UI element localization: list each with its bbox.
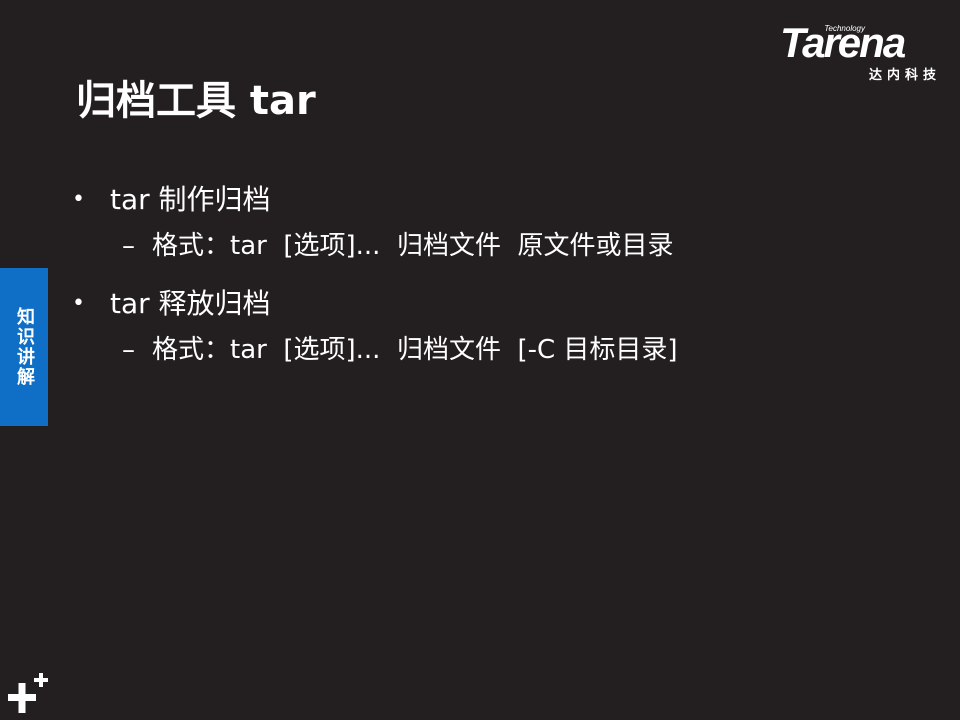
bullet-dot-icon: • xyxy=(72,187,85,212)
bullet-dot-icon: • xyxy=(72,291,85,316)
logo-wordmark: Tarena xyxy=(780,19,906,66)
side-tab: 知识讲解 xyxy=(0,268,48,426)
bullet-item: • tar 制作归档 xyxy=(70,178,930,226)
dash-icon: – xyxy=(122,335,135,365)
dash-icon: – xyxy=(122,231,135,261)
side-tab-label: 知识讲解 xyxy=(14,307,35,387)
sub-bullet-text: 格式：tar [选项]... 归档文件 原文件或目录 xyxy=(152,231,674,261)
sub-bullet-text: 格式：tar [选项]... 归档文件 [-C 目标目录] xyxy=(152,335,678,365)
bullet-text: tar 制作归档 xyxy=(110,183,271,216)
logo-chinese-name: 达内科技 xyxy=(868,68,941,83)
plus-icon xyxy=(8,673,48,713)
tarena-logo: Technology Tarena 达内科技 xyxy=(780,19,945,84)
bullet-text: tar 释放归档 xyxy=(110,287,271,320)
sub-bullet-item: – 格式：tar [选项]... 归档文件 原文件或目录 xyxy=(70,226,930,282)
slide-title: 归档工具 tar xyxy=(76,78,316,124)
bullet-list: • tar 制作归档 – 格式：tar [选项]... 归档文件 原文件或目录 … xyxy=(70,178,930,386)
sub-bullet-item: – 格式：tar [选项]... 归档文件 [-C 目标目录] xyxy=(70,330,930,386)
bullet-item: • tar 释放归档 xyxy=(70,282,930,330)
